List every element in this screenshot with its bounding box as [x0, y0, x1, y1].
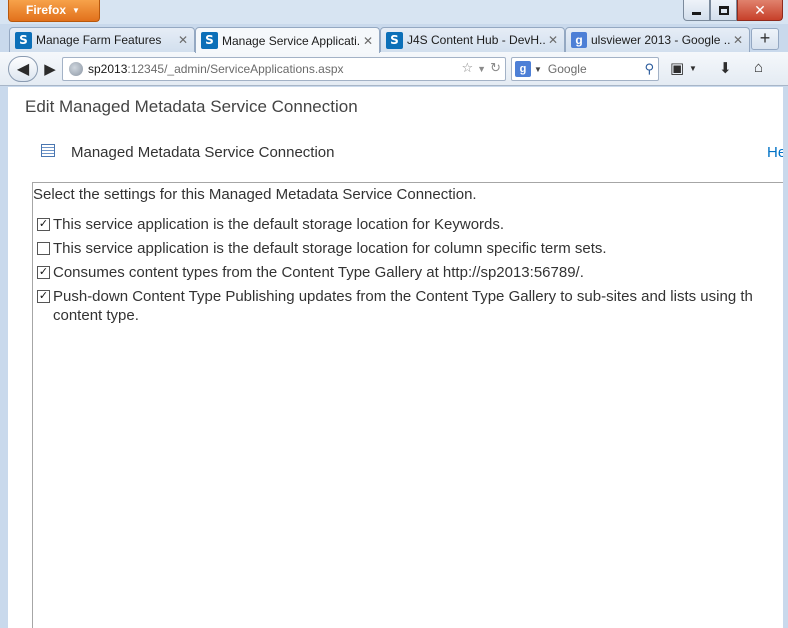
- window-title-bar: Firefox ▼ ✕: [0, 0, 788, 24]
- tab-manage-farm-features[interactable]: S Manage Farm Features ✕: [9, 27, 195, 52]
- option-label: Consumes content types from the Content …: [53, 264, 584, 281]
- plus-icon: +: [759, 28, 771, 48]
- tab-strip: S Manage Farm Features ✕ S Manage Servic…: [0, 24, 788, 53]
- new-tab-button[interactable]: +: [751, 28, 779, 50]
- close-window-button[interactable]: ✕: [737, 0, 783, 21]
- default-keywords-checkbox[interactable]: ✓: [37, 218, 50, 231]
- search-engine-google-icon[interactable]: g: [515, 61, 531, 77]
- firefox-menu-label: Firefox: [26, 3, 67, 17]
- url-host: sp2013: [88, 62, 128, 76]
- search-engine-dropdown-icon[interactable]: ▼: [534, 65, 542, 74]
- minimize-button[interactable]: [683, 0, 710, 21]
- google-icon: g: [571, 32, 587, 48]
- close-icon: ✕: [754, 1, 766, 18]
- push-down-updates-checkbox[interactable]: ✓: [37, 290, 50, 303]
- tab-label: ulsviewer 2013 - Google ...: [591, 33, 730, 47]
- page-title: Edit Managed Metadata Service Connection: [25, 97, 358, 116]
- firefox-menu-button[interactable]: Firefox ▼: [8, 0, 100, 22]
- consume-content-types-checkbox[interactable]: ✓: [37, 266, 50, 279]
- option-default-term-sets: This service application is the default …: [33, 239, 788, 258]
- url-bar[interactable]: sp2013:12345/_admin/ServiceApplications.…: [62, 57, 506, 81]
- tab-manage-service-applications[interactable]: S Manage Service Applicati... ✕: [195, 27, 380, 53]
- url-path: :12345/_admin/ServiceApplications.aspx: [127, 62, 344, 76]
- reload-icon[interactable]: ↻: [490, 60, 501, 78]
- option-push-down-updates: ✓ Push-down Content Type Publishing upda…: [33, 287, 788, 325]
- dialog-title: Managed Metadata Service Connection: [71, 144, 335, 161]
- option-label: This service application is the default …: [53, 216, 505, 233]
- tab-close-icon[interactable]: ✕: [175, 33, 191, 47]
- window-border: [783, 87, 788, 628]
- tab-j4s-content-hub[interactable]: S J4S Content Hub - DevH... ✕: [380, 27, 565, 52]
- site-identity-icon[interactable]: [69, 62, 83, 76]
- back-button[interactable]: ◀: [8, 56, 38, 82]
- settings-intro: Select the settings for this Managed Met…: [33, 186, 477, 203]
- tab-close-icon[interactable]: ✕: [545, 33, 561, 47]
- search-input[interactable]: Google: [548, 62, 587, 76]
- sharepoint-icon: S: [201, 32, 218, 49]
- forward-arrow-icon: ▶: [44, 61, 56, 78]
- home-icon[interactable]: ⌂: [754, 59, 763, 76]
- page-content: Edit Managed Metadata Service Connection…: [8, 87, 788, 628]
- minimize-icon: [692, 12, 701, 15]
- downloads-icon[interactable]: ⬇: [719, 59, 732, 77]
- tab-label: J4S Content Hub - DevH...: [407, 33, 545, 47]
- tab-close-icon[interactable]: ✕: [730, 33, 746, 47]
- maximize-button[interactable]: [710, 0, 737, 21]
- option-default-keywords: ✓ This service application is the defaul…: [33, 215, 788, 234]
- sharepoint-icon: S: [386, 31, 403, 49]
- dropdown-arrow-icon: ▼: [72, 6, 80, 15]
- navigation-toolbar: ◀ ▶ sp2013:12345/_admin/ServiceApplicati…: [0, 52, 788, 86]
- tab-label: Manage Farm Features: [36, 33, 162, 47]
- bookmark-star-icon[interactable]: ☆: [462, 60, 474, 78]
- forward-button[interactable]: ▶: [38, 57, 62, 81]
- option-label: This service application is the default …: [53, 240, 607, 257]
- bookmarks-menu-icon[interactable]: ▣: [670, 59, 684, 77]
- settings-frame: Select the settings for this Managed Met…: [32, 182, 788, 628]
- option-consume-content-types: ✓ Consumes content types from the Conten…: [33, 263, 788, 282]
- history-dropdown-icon[interactable]: ▼: [477, 60, 486, 78]
- default-term-sets-checkbox[interactable]: [37, 242, 50, 255]
- tab-label: Manage Service Applicati...: [222, 33, 360, 48]
- search-bar[interactable]: g ▼ Google ⚲: [511, 57, 659, 81]
- maximize-icon: [718, 5, 729, 15]
- back-arrow-icon: ◀: [16, 61, 30, 78]
- tab-ulsviewer-google[interactable]: g ulsviewer 2013 - Google ... ✕: [565, 27, 750, 52]
- tab-close-icon[interactable]: ✕: [360, 34, 376, 48]
- bookmarks-dropdown-icon[interactable]: ▼: [689, 64, 697, 73]
- list-icon: [41, 144, 55, 157]
- option-label: Push-down Content Type Publishing update…: [53, 288, 753, 324]
- sharepoint-icon: S: [15, 31, 32, 49]
- search-magnifier-icon[interactable]: ⚲: [644, 61, 654, 77]
